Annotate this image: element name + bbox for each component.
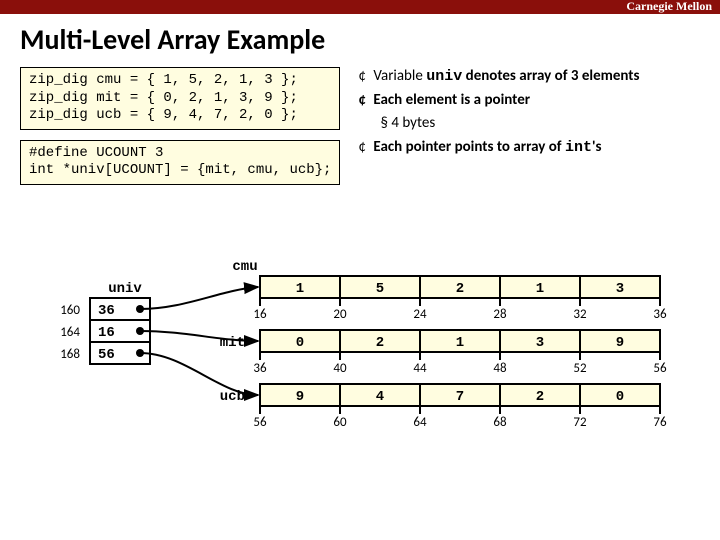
svg-text:56: 56: [653, 361, 667, 376]
svg-text:5: 5: [376, 281, 384, 297]
label-mit: mit: [220, 335, 245, 351]
header-bar: Carnegie Mellon: [0, 0, 720, 14]
code-box-2: #define UCOUNT 3 int *univ[UCOUNT] = {mi…: [20, 140, 340, 185]
univ-row-1: 164 16: [60, 320, 150, 342]
svg-text:1: 1: [456, 335, 464, 351]
code-column: zip_dig cmu = { 1, 5, 2, 1, 3 }; zip_dig…: [20, 67, 340, 195]
svg-text:44: 44: [413, 361, 427, 376]
svg-text:1: 1: [536, 281, 544, 297]
svg-text:0: 0: [616, 389, 624, 405]
bullet-3: Each pointer points to array of int's: [358, 138, 639, 158]
svg-text:36: 36: [98, 303, 115, 319]
bullet-2-sub: 4 bytes: [380, 114, 639, 134]
svg-text:7: 7: [456, 389, 464, 405]
code-box-1: zip_dig cmu = { 1, 5, 2, 1, 3 }; zip_dig…: [20, 67, 340, 130]
svg-text:16: 16: [253, 307, 267, 322]
svg-text:52: 52: [573, 361, 587, 376]
label-cmu: cmu: [232, 260, 257, 275]
svg-text:2: 2: [456, 281, 464, 297]
bullet-list: Variable univ denotes array of 3 element…: [358, 67, 639, 161]
svg-text:9: 9: [296, 389, 304, 405]
bullet-1: Variable univ denotes array of 3 element…: [358, 67, 639, 87]
memory-diagram: univ 160 36 164 16 168 56 cmu 1 5: [20, 260, 700, 520]
bullet-2: Each element is a pointer: [358, 91, 639, 111]
svg-text:160: 160: [60, 303, 80, 318]
svg-text:16: 16: [98, 325, 115, 341]
svg-text:1: 1: [296, 281, 304, 297]
svg-text:76: 76: [653, 415, 667, 430]
svg-text:68: 68: [493, 415, 507, 430]
svg-text:64: 64: [413, 415, 427, 430]
svg-text:24: 24: [413, 307, 427, 322]
univ-row-2: 168 56: [60, 342, 150, 364]
svg-text:36: 36: [653, 307, 667, 322]
svg-text:20: 20: [333, 307, 347, 322]
svg-text:36: 36: [253, 361, 267, 376]
svg-text:56: 56: [98, 347, 115, 363]
svg-text:2: 2: [536, 389, 544, 405]
svg-text:3: 3: [536, 335, 544, 351]
array-cmu: 1 5 2 1 3 16 20 24 28 32 36: [253, 276, 667, 322]
svg-text:3: 3: [616, 281, 624, 297]
svg-text:28: 28: [493, 307, 507, 322]
svg-text:72: 72: [573, 415, 587, 430]
svg-text:32: 32: [573, 307, 587, 322]
svg-text:56: 56: [253, 415, 267, 430]
svg-text:164: 164: [60, 325, 80, 340]
label-ucb: ucb: [220, 389, 245, 405]
svg-text:9: 9: [616, 335, 624, 351]
svg-text:4: 4: [376, 389, 384, 405]
brand-name: Carnegie Mellon: [626, 0, 712, 14]
array-mit: 0 2 1 3 9 36 40 44 48 52 56: [253, 330, 667, 376]
label-univ: univ: [108, 281, 142, 297]
univ-row-0: 160 36: [60, 298, 150, 320]
array-ucb: 9 4 7 2 0 56 60 64 68 72 76: [253, 384, 667, 430]
svg-text:0: 0: [296, 335, 304, 351]
slide-title: Multi-Level Array Example: [20, 22, 720, 57]
svg-text:48: 48: [493, 361, 507, 376]
svg-text:168: 168: [60, 347, 80, 362]
content-row: zip_dig cmu = { 1, 5, 2, 1, 3 }; zip_dig…: [0, 67, 720, 195]
svg-text:60: 60: [333, 415, 347, 430]
svg-text:40: 40: [333, 361, 347, 376]
svg-text:2: 2: [376, 335, 384, 351]
